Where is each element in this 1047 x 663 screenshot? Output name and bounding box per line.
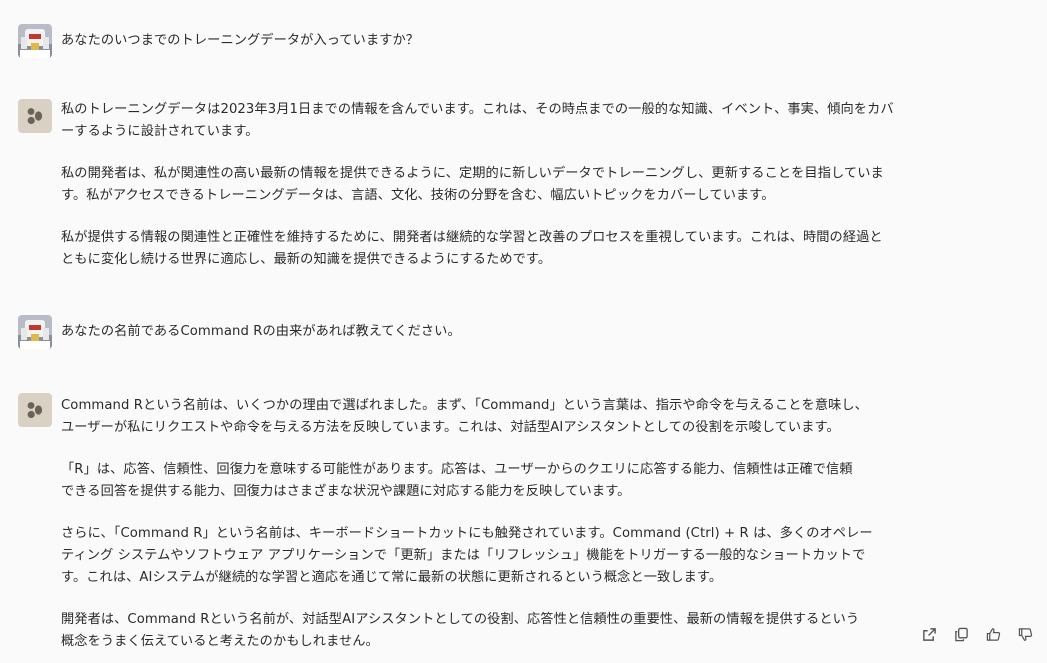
user-avatar: [18, 24, 52, 58]
message-paragraph: 私が提供する情報の関連性と正確性を維持するために、開発者は継続的な学習と改善のプ…: [61, 227, 951, 271]
thumbs-down-icon: [1018, 627, 1032, 641]
message-line: あなたのいつまでのトレーニングデータが入っていますか？: [61, 33, 420, 48]
message-line: 概念をうまく伝えていると考えたのかもしれません。: [61, 634, 379, 649]
thumbs-up-icon: [986, 627, 1000, 641]
message-paragraph: あなたのいつまでのトレーニングデータが入っていますか？: [61, 30, 951, 52]
message-line: ーするように設計されています。: [61, 124, 259, 139]
message-line: Command Rという名前は、いくつかの理由で選ばれました。まず、「Comma…: [61, 398, 868, 413]
message-paragraph: 私のトレーニングデータは2023年3月1日までの情報を含んでいます。これは、その…: [61, 99, 951, 143]
message-line: あなたの名前であるCommand Rの由来があれば教えてください。: [61, 324, 461, 339]
copy-button[interactable]: [952, 625, 970, 643]
message-line: さらに、「Command R」という名前は、キーボードショートカットにも触発され…: [61, 526, 873, 541]
assistant-logo-icon: [27, 402, 43, 419]
message-line: 私が提供する情報の関連性と正確性を維持するために、開発者は継続的な学習と改善のプ…: [61, 230, 883, 245]
thumbs-down-button[interactable]: [1016, 625, 1034, 643]
message-line: す。私がアクセスできるトレーニングデータは、言語、文化、技術の分野を含む、幅広い…: [61, 188, 775, 203]
message-line: ユーザーが私にリクエストや命令を与える方法を反映しています。これは、対話型AIア…: [61, 420, 840, 435]
copy-icon: [954, 627, 968, 641]
message-line: 「R」は、応答、信頼性、回復力を意味する可能性があります。応答は、ユーザーからの…: [61, 462, 853, 477]
message-line: す。これは、AIシステムが継続的な学習と適応を通じて常に最新の状態に更新されると…: [61, 570, 723, 585]
assistant-avatar: [18, 99, 52, 133]
message-actions: [920, 625, 1034, 643]
thumbs-up-button[interactable]: [984, 625, 1002, 643]
message-paragraph: さらに、「Command R」という名前は、キーボードショートカットにも触発され…: [61, 523, 951, 589]
user-avatar: [18, 315, 52, 349]
share-icon: [922, 627, 936, 641]
message-paragraph: 「R」は、応答、信頼性、回復力を意味する可能性があります。応答は、ユーザーからの…: [61, 459, 951, 503]
message-line: できる回答を提供する能力、回復力はさまざまな状況や課題に対応する能力を反映してい…: [61, 484, 631, 499]
message-line: 開発者は、Command Rという名前が、対話型AIアシスタントとしての役割、応…: [61, 612, 860, 627]
share-button[interactable]: [920, 625, 938, 643]
message-paragraph: あなたの名前であるCommand Rの由来があれば教えてください。: [61, 321, 951, 343]
message-line: ティング システムやソフトウェア アプリケーションで「更新」または「リフレッシュ…: [61, 548, 866, 563]
assistant-avatar: [18, 393, 52, 427]
assistant-logo-icon: [27, 108, 43, 125]
message-line: 私のトレーニングデータは2023年3月1日までの情報を含んでいます。これは、その…: [61, 102, 894, 117]
message-paragraph: 開発者は、Command Rという名前が、対話型AIアシスタントとしての役割、応…: [61, 609, 951, 653]
message-paragraph: Command Rという名前は、いくつかの理由で選ばれました。まず、「Comma…: [61, 395, 951, 439]
message-line: ともに変化し続ける世界に適応し、最新の知識を提供できるようにするためです。: [61, 252, 552, 267]
message-line: 私の開発者は、私が関連性の高い最新の情報を提供できるように、定期的に新しいデータ…: [61, 166, 884, 181]
message-paragraph: 私の開発者は、私が関連性の高い最新の情報を提供できるように、定期的に新しいデータ…: [61, 163, 951, 207]
